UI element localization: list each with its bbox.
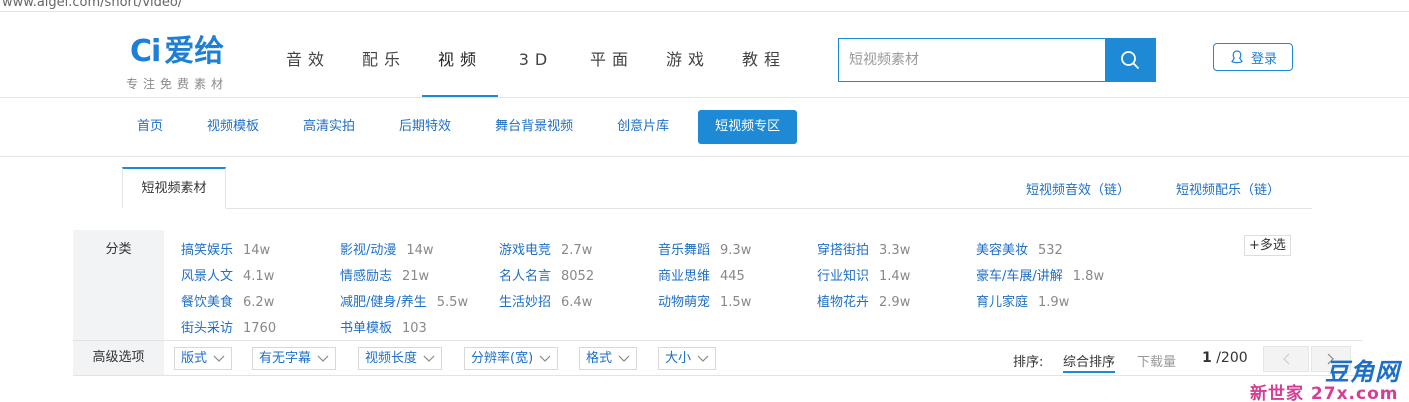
main-nav-3d[interactable]: 3D (498, 40, 574, 97)
sub-nav-home[interactable]: 首页 (122, 110, 178, 144)
multi-select-button[interactable]: +多选 (1244, 235, 1291, 256)
category-item[interactable]: 减肥/健身/养生 5.5w (340, 291, 468, 310)
chevron-down-icon (213, 355, 225, 362)
logo-mark: Ci (130, 34, 161, 69)
category-item[interactable]: 搞笑娱乐 14w (181, 239, 270, 258)
category-item[interactable]: 名人名言 8052 (499, 265, 594, 284)
main-nav-music[interactable]: 配乐 (346, 40, 422, 97)
category-item[interactable]: 音乐舞蹈 9.3w (658, 239, 751, 258)
category-item[interactable]: 育儿家庭 1.9w (976, 291, 1069, 310)
category-label: 分类 (73, 230, 164, 340)
sub-nav-video-template[interactable]: 视频模板 (192, 110, 274, 144)
category-item[interactable]: 影视/动漫 14w (340, 239, 434, 258)
subnav-divider (0, 156, 1409, 157)
category-item[interactable]: 穿搭街拍 3.3w (817, 239, 910, 258)
search-input[interactable] (839, 39, 1105, 81)
sort-comprehensive[interactable]: 综合排序 (1063, 351, 1116, 373)
sort-downloads[interactable]: 下载量 (1137, 351, 1176, 370)
link-short-video-sound[interactable]: 短视频音效（链） (1026, 179, 1130, 198)
category-item[interactable]: 游戏电竞 2.7w (499, 239, 592, 258)
sort-label: 排序: (1013, 355, 1044, 370)
logo-name: 爱给 (164, 34, 225, 69)
category-item[interactable]: 植物花卉 2.9w (817, 291, 910, 310)
user-icon (1231, 50, 1243, 64)
main-nav-video[interactable]: 视频 (422, 40, 498, 97)
chevron-left-icon (1283, 353, 1290, 365)
login-button[interactable]: 登录 (1213, 43, 1293, 71)
category-item[interactable]: 豪车/车展/讲解 1.8w (976, 265, 1104, 284)
sub-nav-hd-footage[interactable]: 高清实拍 (288, 110, 370, 144)
category-item[interactable]: 商业思维 445 (658, 265, 745, 284)
main-nav-game[interactable]: 游戏 (650, 40, 726, 97)
page-root: www.aigei.com/short/video/ Ci 爱给 专注免费素材 音… (0, 0, 1409, 402)
dropdown-subtitles[interactable]: 有无字幕 (252, 347, 337, 370)
sub-nav-creative-library[interactable]: 创意片库 (602, 110, 684, 144)
search-icon (1121, 51, 1139, 69)
main-nav-graphic[interactable]: 平面 (574, 40, 650, 97)
category-item[interactable]: 风景人文 4.1w (181, 265, 274, 284)
tab-short-video-material[interactable]: 短视频素材 (122, 167, 226, 209)
link-short-video-music[interactable]: 短视频配乐（链） (1176, 179, 1280, 198)
sub-nav-short-video[interactable]: 短视频专区 (698, 110, 798, 144)
category-item[interactable]: 书单模板 103 (340, 317, 427, 336)
main-nav: 音效 配乐 视频 3D 平面 游戏 教程 (270, 40, 802, 98)
site-logo[interactable]: Ci 爱给 (130, 35, 224, 69)
header-divider (0, 97, 1409, 98)
chevron-down-icon (618, 355, 630, 362)
search-box (838, 38, 1156, 82)
advanced-options-row: 高级选项 版式 有无字幕 视频长度 分辨率(宽) 格式 大小 排序: 综合排序 … (73, 340, 1362, 376)
search-button[interactable] (1105, 39, 1155, 81)
category-item[interactable]: 动物萌宠 1.5w (658, 291, 751, 310)
watermark-text: 新世家 27x.com (1250, 384, 1399, 402)
logo-slogan: 专注免费素材 (126, 77, 229, 91)
category-item[interactable]: 餐饮美食 6.2w (181, 291, 274, 310)
category-item[interactable]: 美容美妆 532 (976, 239, 1063, 258)
page-indicator: 1 /200 (1202, 350, 1248, 366)
dropdown-resolution[interactable]: 分辨率(宽) (464, 347, 559, 370)
tab-row: 短视频素材 短视频音效（链） 短视频配乐（链） (122, 167, 1312, 209)
main-nav-tutorial[interactable]: 教程 (726, 40, 802, 97)
category-item[interactable]: 街头采访 1760 (181, 317, 276, 336)
chevron-down-icon (539, 355, 551, 362)
main-nav-sound[interactable]: 音效 (270, 40, 346, 97)
sub-nav-post-effects[interactable]: 后期特效 (384, 110, 466, 144)
chevron-down-icon (317, 355, 329, 362)
browser-url: www.aigei.com/short/video/ (2, 0, 183, 10)
chevron-down-icon (697, 355, 709, 362)
dropdown-layout[interactable]: 版式 (174, 347, 233, 370)
chevron-down-icon (423, 355, 435, 362)
category-item[interactable]: 情感励志 21w (340, 265, 429, 284)
dropdown-size[interactable]: 大小 (658, 347, 717, 370)
prev-page-button[interactable] (1263, 346, 1309, 372)
login-label: 登录 (1250, 51, 1277, 67)
sub-nav: 首页 视频模板 高清实拍 后期特效 舞台背景视频 创意片库 短视频专区 (122, 110, 811, 144)
category-item[interactable]: 生活妙招 6.4w (499, 291, 592, 310)
sub-nav-stage-background[interactable]: 舞台背景视频 (480, 110, 588, 144)
category-item[interactable]: 行业知识 1.4w (817, 265, 910, 284)
dropdown-video-length[interactable]: 视频长度 (358, 347, 443, 370)
advanced-options-label: 高级选项 (73, 341, 164, 375)
dropdown-format[interactable]: 格式 (579, 347, 638, 370)
browser-url-bar[interactable]: www.aigei.com/short/video/ (0, 0, 1409, 12)
